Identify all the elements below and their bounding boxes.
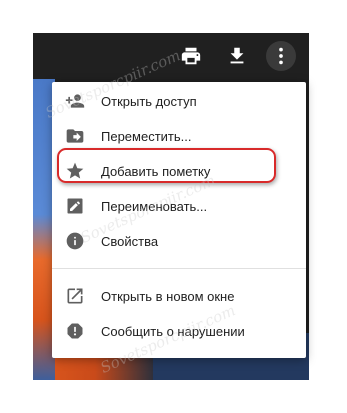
open-new-window-icon bbox=[64, 285, 86, 307]
menu-divider bbox=[52, 268, 306, 269]
star-icon bbox=[64, 160, 86, 182]
menu-item-label: Переместить... bbox=[101, 128, 192, 144]
menu-item-label: Сообщить о нарушении bbox=[101, 323, 245, 339]
menu-item-report-abuse[interactable]: Сообщить о нарушении bbox=[52, 314, 306, 348]
menu-item-properties[interactable]: Свойства bbox=[52, 224, 306, 258]
info-icon bbox=[64, 230, 86, 252]
menu-item-label: Открыть доступ bbox=[101, 93, 197, 109]
menu-item-add-star[interactable]: Добавить пометку bbox=[52, 154, 306, 188]
context-menu: Открыть доступ Переместить... Добавить п… bbox=[52, 82, 306, 358]
rename-icon bbox=[64, 195, 86, 217]
print-icon[interactable] bbox=[180, 45, 202, 67]
menu-item-label: Добавить пометку bbox=[101, 163, 211, 179]
folder-move-icon bbox=[64, 125, 86, 147]
menu-item-move[interactable]: Переместить... bbox=[52, 119, 306, 153]
menu-item-open-new-window[interactable]: Открыть в новом окне bbox=[52, 279, 306, 313]
person-add-icon bbox=[64, 90, 86, 112]
menu-item-label: Свойства bbox=[101, 233, 159, 249]
menu-item-label: Открыть в новом окне bbox=[101, 288, 235, 304]
more-options-button[interactable] bbox=[266, 41, 296, 71]
menu-item-rename[interactable]: Переименовать... bbox=[52, 189, 306, 223]
menu-item-share[interactable]: Открыть доступ bbox=[52, 84, 306, 118]
viewer-toolbar bbox=[33, 33, 309, 79]
more-vertical-icon bbox=[279, 47, 283, 65]
report-icon bbox=[64, 320, 86, 342]
menu-item-label: Переименовать... bbox=[101, 198, 208, 214]
download-icon[interactable] bbox=[226, 45, 248, 67]
